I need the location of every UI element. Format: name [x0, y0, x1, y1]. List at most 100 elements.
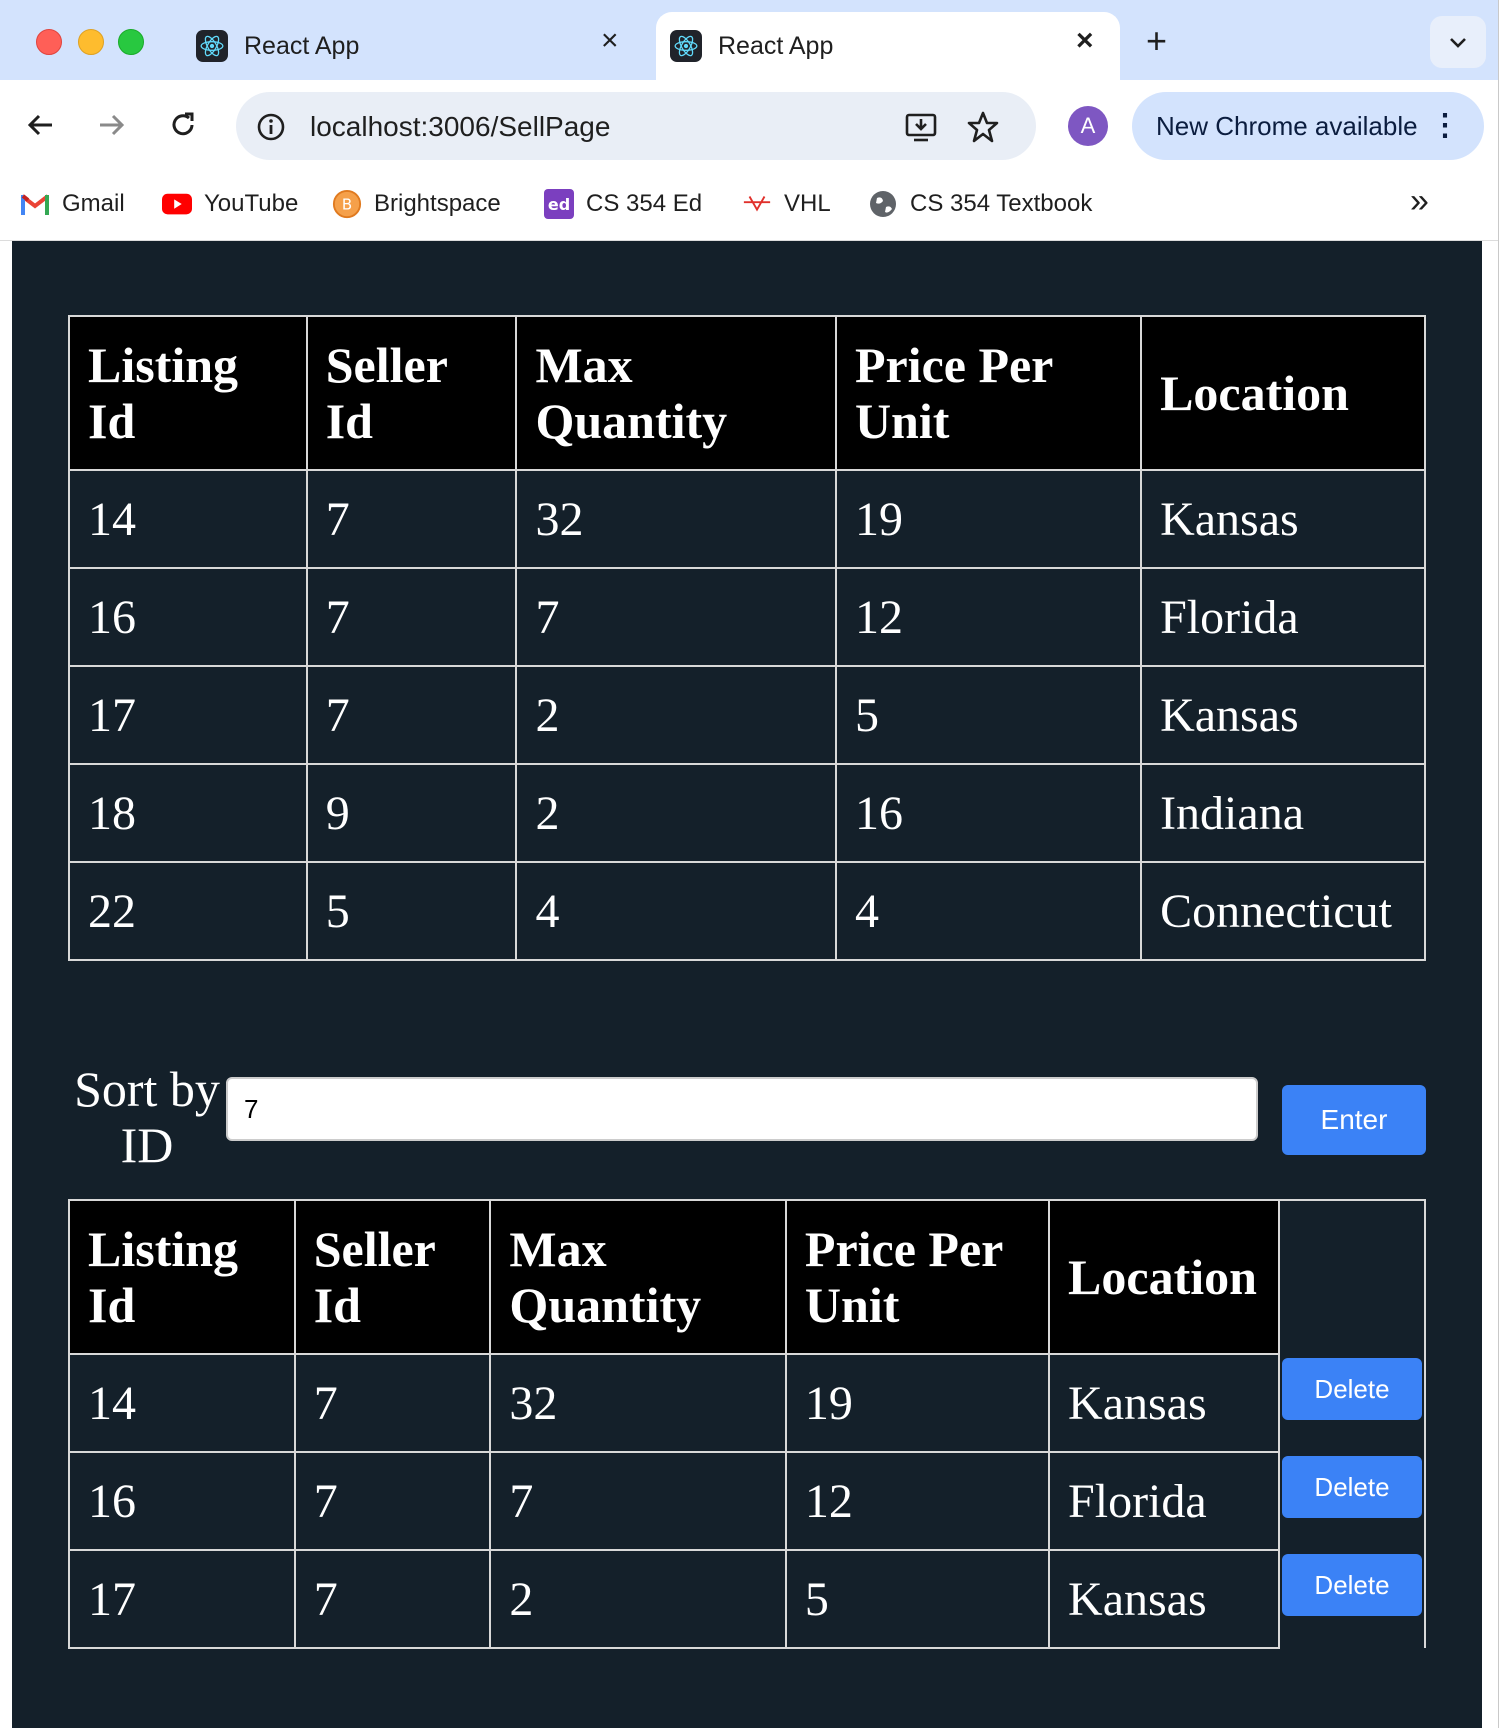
delete-button[interactable]: Delete	[1282, 1554, 1422, 1616]
cell-max-quantity: 2	[515, 665, 837, 765]
sort-by-id-label: Sort by ID	[74, 1061, 220, 1173]
page-content: Listing Id Seller Id Max Quantity Price …	[12, 241, 1482, 1728]
cell-listing-id: 17	[68, 1549, 296, 1649]
arrow-right-icon	[100, 114, 125, 136]
bookmark-vhl[interactable]: VHL	[742, 186, 831, 222]
vhl-icon	[742, 189, 772, 219]
svg-text:ed: ed	[548, 195, 570, 214]
header-seller-id: Seller Id	[305, 315, 518, 471]
address-bar[interactable]: localhost:3006/SellPage	[236, 92, 1036, 160]
update-label: New Chrome available	[1156, 111, 1418, 141]
cell-location: Indiana	[1140, 763, 1426, 863]
bookmark-gmail[interactable]: Gmail	[20, 186, 125, 222]
profile-avatar[interactable]: A	[1068, 106, 1108, 146]
cell-price-per-unit: 19	[784, 1353, 1051, 1453]
more-menu-icon[interactable]: ⋮	[1430, 108, 1460, 143]
cell-listing-id: 14	[68, 1353, 296, 1453]
brightspace-icon: B	[332, 189, 362, 219]
forward-button[interactable]	[86, 100, 136, 150]
star-icon[interactable]	[966, 110, 1000, 144]
cell-actions: Delete	[1278, 1354, 1426, 1452]
cell-actions: Delete	[1278, 1550, 1426, 1648]
sort-id-input[interactable]	[226, 1077, 1258, 1141]
install-app-icon[interactable]	[904, 110, 938, 144]
cell-seller-id: 7	[305, 665, 518, 765]
info-icon[interactable]	[256, 112, 286, 142]
cell-listing-id: 16	[68, 1451, 296, 1551]
cell-seller-id: 7	[305, 567, 518, 667]
youtube-icon	[162, 189, 192, 219]
header-seller-id: Seller Id	[293, 1199, 492, 1355]
svg-text:B: B	[342, 196, 352, 214]
header-location: Location	[1140, 315, 1426, 471]
header-max-quantity: Max Quantity	[515, 315, 837, 471]
table-row: 17 7 2 5 Kansas	[68, 665, 1426, 765]
close-tab-icon[interactable]: ×	[1076, 24, 1094, 58]
bookmark-label: VHL	[784, 190, 831, 217]
cell-listing-id: 14	[68, 469, 308, 569]
tab-react-app-2[interactable]: React App ×	[656, 12, 1120, 80]
cell-price-per-unit: 12	[834, 567, 1143, 667]
cell-price-per-unit: 16	[834, 763, 1143, 863]
new-tab-button[interactable]: +	[1146, 20, 1167, 62]
toolbar: localhost:3006/SellPage A New Chrome ava…	[0, 80, 1498, 170]
reload-icon	[172, 112, 194, 136]
bookmark-brightspace[interactable]: B Brightspace	[332, 186, 501, 222]
cell-max-quantity: 4	[515, 861, 837, 961]
cell-actions: Delete	[1278, 1452, 1426, 1550]
bookmark-label: CS 354 Textbook	[910, 190, 1093, 217]
cell-max-quantity: 32	[515, 469, 837, 569]
reload-button[interactable]	[158, 100, 208, 150]
bookmark-label: CS 354 Ed	[586, 190, 703, 217]
bookmark-youtube[interactable]: YouTube	[162, 186, 298, 222]
cell-price-per-unit: 4	[834, 861, 1143, 961]
table-header-row: Listing Id Seller Id Max Quantity Price …	[68, 1199, 1426, 1355]
bookmark-cs354-ed[interactable]: ed CS 354 Ed	[544, 186, 702, 222]
arrow-left-icon	[27, 114, 52, 136]
cell-location: Connecticut	[1140, 861, 1426, 961]
cell-listing-id: 22	[68, 861, 308, 961]
bookmarks-bar: Gmail YouTube B Brightspace ed CS 354 Ed…	[0, 170, 1498, 241]
cell-max-quantity: 2	[515, 763, 837, 863]
cell-price-per-unit: 19	[834, 469, 1143, 569]
cell-price-per-unit: 5	[834, 665, 1143, 765]
enter-button[interactable]: Enter	[1282, 1085, 1426, 1155]
cell-location: Kansas	[1048, 1549, 1280, 1649]
gmail-icon	[20, 189, 50, 219]
tab-search-button[interactable]	[1430, 16, 1486, 68]
cell-location: Florida	[1048, 1451, 1280, 1551]
bookmark-cs354-textbook[interactable]: CS 354 Textbook	[868, 186, 1092, 222]
table-row: 16 7 7 12 Florida	[68, 567, 1426, 667]
cell-location: Florida	[1140, 567, 1426, 667]
header-listing-id: Listing Id	[68, 315, 308, 471]
chrome-update-button[interactable]: New Chrome available ⋮	[1132, 92, 1484, 160]
bookmarks-overflow-button[interactable]: »	[1410, 182, 1429, 221]
table-row: 18 9 2 16 Indiana	[68, 763, 1426, 863]
back-button[interactable]	[16, 100, 66, 150]
background-window	[1498, 0, 1510, 1728]
cell-max-quantity: 7	[489, 1451, 787, 1551]
tab-react-app-1[interactable]: React App ×	[196, 12, 636, 80]
globe-icon	[868, 189, 898, 219]
close-tab-icon[interactable]: ×	[601, 24, 619, 58]
header-max-quantity: Max Quantity	[489, 1199, 787, 1355]
table-row: 14 7 32 19 Kansas Delete	[68, 1353, 1426, 1453]
delete-button[interactable]: Delete	[1282, 1456, 1422, 1518]
bookmark-label: Brightspace	[374, 190, 501, 217]
cell-listing-id: 17	[68, 665, 308, 765]
table-row: 17 7 2 5 Kansas Delete	[68, 1549, 1426, 1649]
cell-seller-id: 9	[305, 763, 518, 863]
header-location: Location	[1048, 1199, 1280, 1355]
window-maximize-button[interactable]	[118, 29, 144, 55]
header-actions	[1278, 1199, 1426, 1354]
listings-table: Listing Id Seller Id Max Quantity Price …	[68, 315, 1426, 961]
filtered-listings-table: Listing Id Seller Id Max Quantity Price …	[68, 1199, 1426, 1649]
delete-button[interactable]: Delete	[1282, 1358, 1422, 1420]
window-close-button[interactable]	[36, 29, 62, 55]
header-listing-id: Listing Id	[68, 1199, 296, 1355]
browser-window: React App × React App × + localhost:3006…	[0, 0, 1499, 1728]
header-price-per-unit: Price Per Unit	[784, 1199, 1051, 1355]
window-minimize-button[interactable]	[78, 29, 104, 55]
chevron-down-icon	[1450, 38, 1466, 48]
cell-price-per-unit: 5	[784, 1549, 1051, 1649]
